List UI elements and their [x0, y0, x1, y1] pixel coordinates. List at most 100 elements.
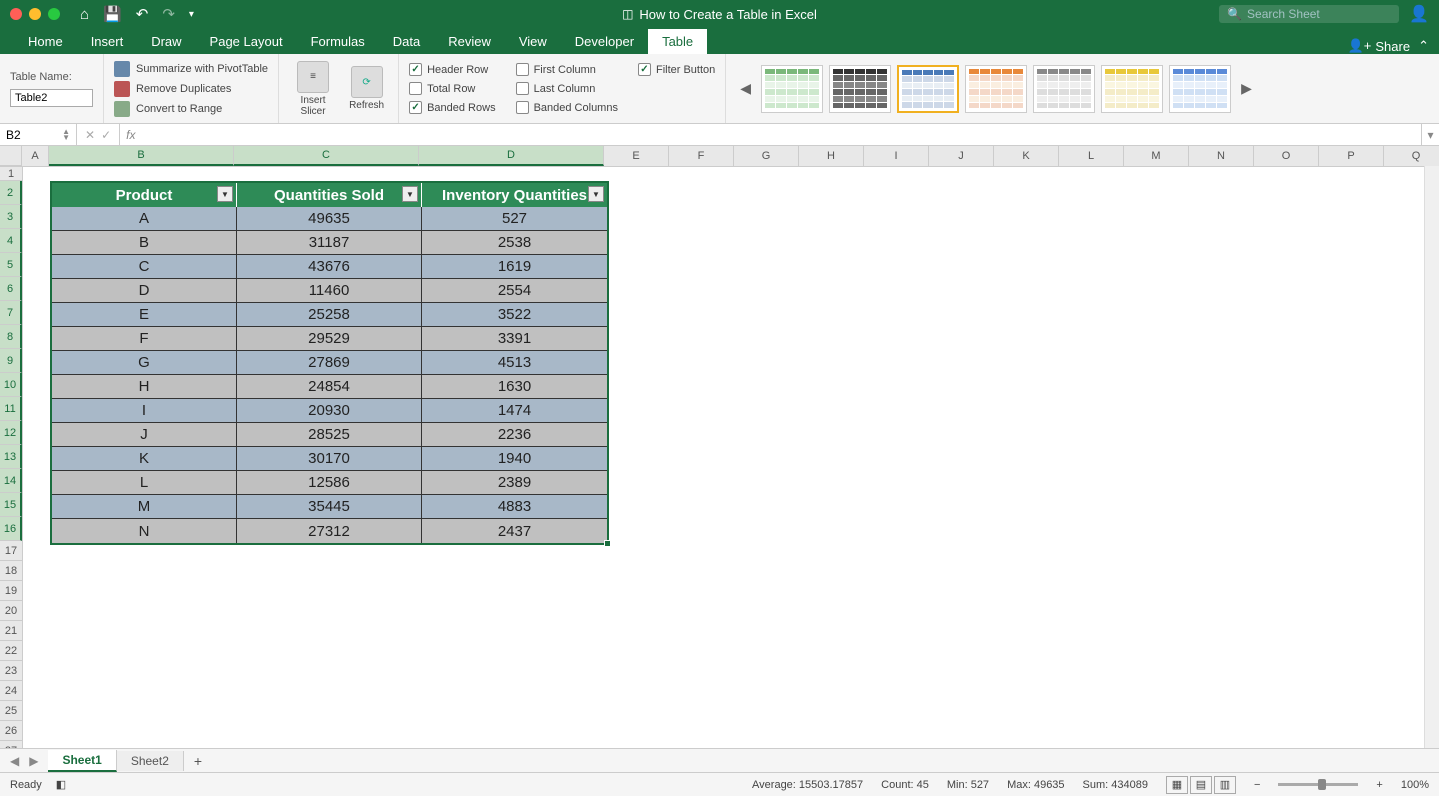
- table-cell[interactable]: 43676: [237, 255, 422, 279]
- row-header-4[interactable]: 4: [0, 229, 22, 253]
- table-row[interactable]: J285252236: [52, 423, 607, 447]
- table-cell[interactable]: F: [52, 327, 237, 351]
- zoom-slider[interactable]: [1278, 783, 1358, 786]
- row-header-21[interactable]: 21: [0, 621, 22, 641]
- column-header-N[interactable]: N: [1189, 146, 1254, 166]
- banded-columns-checkbox[interactable]: Banded Columns: [516, 101, 618, 114]
- table-cell[interactable]: G: [52, 351, 237, 375]
- customize-qat-icon[interactable]: ▾: [189, 9, 194, 20]
- zoom-in-button[interactable]: +: [1376, 779, 1382, 791]
- table-cell[interactable]: K: [52, 447, 237, 471]
- table-row[interactable]: E252583522: [52, 303, 607, 327]
- row-header-20[interactable]: 20: [0, 601, 22, 621]
- table-header-2[interactable]: Inventory Quantities▼: [422, 183, 607, 207]
- tab-home[interactable]: Home: [14, 29, 77, 54]
- styles-next-icon[interactable]: ▶: [1237, 80, 1256, 97]
- table-cell[interactable]: 1619: [422, 255, 607, 279]
- table-row[interactable]: H248541630: [52, 375, 607, 399]
- table-cell[interactable]: 3391: [422, 327, 607, 351]
- column-header-A[interactable]: A: [22, 146, 49, 166]
- tab-insert[interactable]: Insert: [77, 29, 138, 54]
- table-cell[interactable]: 31187: [237, 231, 422, 255]
- table-cell[interactable]: 12586: [237, 471, 422, 495]
- tab-data[interactable]: Data: [379, 29, 434, 54]
- row-header-18[interactable]: 18: [0, 561, 22, 581]
- tab-view[interactable]: View: [505, 29, 561, 54]
- table-cell[interactable]: L: [52, 471, 237, 495]
- table-cell[interactable]: H: [52, 375, 237, 399]
- user-account-icon[interactable]: 👤: [1409, 4, 1429, 24]
- table-cell[interactable]: 49635: [237, 207, 422, 231]
- table-cell[interactable]: 2236: [422, 423, 607, 447]
- table-row[interactable]: I209301474: [52, 399, 607, 423]
- filter-dropdown-icon[interactable]: ▼: [402, 186, 418, 202]
- tab-formulas[interactable]: Formulas: [297, 29, 379, 54]
- maximize-window-icon[interactable]: [48, 8, 60, 20]
- minimize-window-icon[interactable]: [29, 8, 41, 20]
- row-header-26[interactable]: 26: [0, 721, 22, 741]
- table-cell[interactable]: 4513: [422, 351, 607, 375]
- table-cell[interactable]: 3522: [422, 303, 607, 327]
- header-row-checkbox[interactable]: Header Row: [409, 63, 496, 76]
- table-cell[interactable]: 2538: [422, 231, 607, 255]
- remove-duplicates-button[interactable]: Remove Duplicates: [114, 81, 268, 97]
- table-style-4[interactable]: [1033, 65, 1095, 113]
- close-window-icon[interactable]: [10, 8, 22, 20]
- table-cell[interactable]: 4883: [422, 495, 607, 519]
- row-header-8[interactable]: 8: [0, 325, 22, 349]
- column-header-K[interactable]: K: [994, 146, 1059, 166]
- save-icon[interactable]: 💾: [103, 5, 122, 23]
- page-break-view-button[interactable]: ▥: [1214, 776, 1236, 794]
- table-cell[interactable]: B: [52, 231, 237, 255]
- table-cell[interactable]: N: [52, 519, 237, 543]
- insert-slicer-button[interactable]: ≡ Insert Slicer: [289, 59, 337, 119]
- table-style-1[interactable]: [829, 65, 891, 113]
- table-cell[interactable]: 11460: [237, 279, 422, 303]
- column-header-H[interactable]: H: [799, 146, 864, 166]
- filter-dropdown-icon[interactable]: ▼: [217, 186, 233, 202]
- table-cell[interactable]: 527: [422, 207, 607, 231]
- row-header-14[interactable]: 14: [0, 469, 22, 493]
- column-header-L[interactable]: L: [1059, 146, 1124, 166]
- row-header-27[interactable]: 27: [0, 741, 22, 748]
- table-row[interactable]: B311872538: [52, 231, 607, 255]
- tab-page-layout[interactable]: Page Layout: [196, 29, 297, 54]
- column-header-F[interactable]: F: [669, 146, 734, 166]
- table-cell[interactable]: J: [52, 423, 237, 447]
- row-header-23[interactable]: 23: [0, 661, 22, 681]
- data-table[interactable]: Product▼Quantities Sold▼Inventory Quanti…: [50, 181, 609, 545]
- table-row[interactable]: L125862389: [52, 471, 607, 495]
- row-header-13[interactable]: 13: [0, 445, 22, 469]
- column-header-Q[interactable]: Q: [1384, 146, 1439, 166]
- table-cell[interactable]: 2389: [422, 471, 607, 495]
- filter-button-checkbox[interactable]: Filter Button: [638, 63, 715, 76]
- zoom-level[interactable]: 100%: [1401, 779, 1429, 791]
- table-style-6[interactable]: [1169, 65, 1231, 113]
- column-header-O[interactable]: O: [1254, 146, 1319, 166]
- row-header-9[interactable]: 9: [0, 349, 22, 373]
- table-cell[interactable]: 1474: [422, 399, 607, 423]
- row-header-15[interactable]: 15: [0, 493, 22, 517]
- table-cell[interactable]: 28525: [237, 423, 422, 447]
- tab-table[interactable]: Table: [648, 29, 707, 54]
- first-column-checkbox[interactable]: First Column: [516, 63, 618, 76]
- row-header-24[interactable]: 24: [0, 681, 22, 701]
- row-header-2[interactable]: 2: [0, 181, 22, 205]
- sheet-next-icon[interactable]: ▶: [25, 752, 42, 770]
- undo-icon[interactable]: ↶: [136, 5, 149, 23]
- column-header-I[interactable]: I: [864, 146, 929, 166]
- table-cell[interactable]: 24854: [237, 375, 422, 399]
- table-cell[interactable]: M: [52, 495, 237, 519]
- page-layout-view-button[interactable]: ▤: [1190, 776, 1212, 794]
- total-row-checkbox[interactable]: Total Row: [409, 82, 496, 95]
- row-header-12[interactable]: 12: [0, 421, 22, 445]
- table-header-0[interactable]: Product▼: [52, 183, 237, 207]
- table-cell[interactable]: 20930: [237, 399, 422, 423]
- column-header-E[interactable]: E: [604, 146, 669, 166]
- row-header-11[interactable]: 11: [0, 397, 22, 421]
- column-header-G[interactable]: G: [734, 146, 799, 166]
- column-header-B[interactable]: B: [49, 146, 234, 166]
- row-header-3[interactable]: 3: [0, 205, 22, 229]
- table-cell[interactable]: C: [52, 255, 237, 279]
- refresh-button[interactable]: ⟳ Refresh: [345, 64, 388, 113]
